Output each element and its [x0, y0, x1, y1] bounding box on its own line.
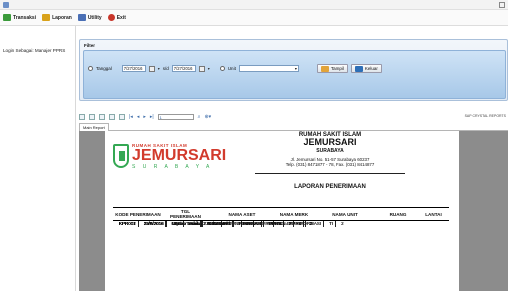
report-viewer: RUMAH SAKIT ISLAM JEMURSARI S U R A B A …: [79, 131, 508, 291]
hospital-telephone: Telp. (031) 8471877 - 78, Fax. (031) 841…: [285, 162, 375, 167]
logo-bottom-text: S U R A B A Y A: [132, 163, 213, 170]
keluar-label: Keluar: [364, 66, 378, 71]
report-title: LAPORAN PENERIMAAN: [294, 184, 366, 190]
toggle-tree-icon[interactable]: [109, 114, 115, 120]
header-divider: [255, 173, 405, 174]
first-page-icon[interactable]: |◂: [129, 114, 133, 120]
app-icon: [3, 2, 9, 8]
page-field[interactable]: 1: [157, 114, 194, 120]
column-header: NAMA ASET: [208, 207, 276, 221]
table-header-row: KODE PENERIMAAN TGL PENERIMAAN NAMA ASET…: [113, 207, 449, 221]
menu-laporan[interactable]: Laporan: [42, 14, 72, 21]
zoom-icon[interactable]: ⊕▾: [204, 114, 211, 120]
laporan-icon: [42, 14, 51, 21]
refresh-icon[interactable]: [99, 114, 105, 120]
exit-door-icon: [354, 65, 363, 72]
unit-label: Unit: [227, 66, 236, 71]
filter-panel: Tanggal 7/27/2016 ▾ s/d 7/27/2016 ▾ Unit…: [83, 50, 506, 99]
tanggal-radio[interactable]: [88, 66, 93, 71]
main-content: Filter Tanggal 7/27/2016 ▾ s/d 7/27/2016…: [77, 26, 508, 291]
chevron-down-icon[interactable]: ▾: [158, 66, 160, 71]
table-cell: 2: [311, 221, 314, 226]
window-titlebar: [0, 0, 508, 10]
table-cell: TI: [327, 220, 337, 227]
table-cell: 2: [341, 221, 344, 226]
utility-icon: [77, 14, 86, 21]
login-status: Login Sebagai: Manajer PPRS: [3, 48, 66, 53]
tanggal-label: Tanggal: [96, 66, 112, 71]
menu-label: Exit: [116, 14, 126, 21]
last-page-icon[interactable]: ▸|: [150, 114, 154, 120]
view-icon: [320, 65, 329, 72]
table-cell: KPR002: [117, 220, 139, 227]
report-toolbar: |◂ ◂ ▸ ▸| 1 ⌕ ⊕▾ SAP CRYSTAL REPORTS: [79, 112, 508, 122]
table-cell: TI: [297, 220, 306, 227]
menu-label: Laporan: [52, 14, 72, 21]
tab-main-report[interactable]: Main Report: [79, 123, 109, 131]
tampil-label: Tampil: [330, 66, 344, 71]
hospital-header: RUMAH SAKIT ISLAM JEMURSARI SURABAYA Jl.…: [265, 132, 395, 167]
calendar-icon[interactable]: [198, 65, 205, 72]
column-header: TGL PENERIMAAN: [163, 207, 208, 221]
chevron-down-icon: ▾: [294, 66, 297, 71]
column-header: NAMA UNIT: [312, 207, 378, 221]
maximize-button[interactable]: [499, 2, 505, 8]
menu-label: Utility: [87, 14, 102, 21]
menu-transaksi[interactable]: Transaksi: [3, 14, 36, 21]
prev-page-icon[interactable]: ◂: [137, 114, 140, 120]
filter-group: Filter Tanggal 7/27/2016 ▾ s/d 7/27/2016…: [79, 39, 508, 101]
export-icon[interactable]: [79, 114, 85, 120]
column-header: NAMA MERK: [276, 207, 312, 221]
tampil-button[interactable]: Tampil: [316, 64, 348, 73]
find-icon[interactable]: ⌕: [198, 114, 201, 120]
hospital-shield-icon: [113, 144, 129, 168]
exit-icon: [107, 14, 115, 21]
date-from-field[interactable]: 7/27/2016: [121, 65, 146, 72]
table-row: KPR002 11/7/2016 Monitor 14 inc SAMSUNG TEKN…: [117, 220, 316, 227]
menu-label: Transaksi: [13, 14, 37, 21]
transaksi-icon: [3, 14, 11, 21]
menu-bar: Transaksi Laporan Utility Exit: [0, 10, 508, 26]
next-page-icon[interactable]: ▸: [143, 114, 146, 120]
print-icon[interactable]: [89, 114, 95, 120]
column-header: RUANG: [378, 207, 418, 221]
hospital-logo: RUMAH SAKIT ISLAM JEMURSARI S U R A B A …: [113, 139, 231, 173]
table-cell: Monitor 14 inc: [169, 220, 203, 227]
date-to-field[interactable]: 7/27/2016: [171, 65, 196, 72]
hospital-line3: SURABAYA: [316, 148, 344, 154]
report-table: KODE PENERIMAAN TGL PENERIMAAN NAMA ASET…: [113, 207, 449, 227]
table-cell: TEKNOLOGI INFORMASI: [236, 220, 294, 227]
date-separator: s/d: [162, 66, 169, 71]
left-panel: Login Sebagai: Manajer PPRS: [0, 26, 76, 291]
unit-select[interactable]: ▾: [238, 65, 299, 72]
report-tabs: Main Report: [79, 123, 508, 131]
table-cell: 11/7/2016: [142, 220, 167, 227]
keluar-button[interactable]: Keluar: [350, 64, 382, 73]
column-header: LANTAI: [418, 207, 449, 221]
menu-utility[interactable]: Utility: [77, 14, 102, 21]
hospital-line2: JEMURSARI: [303, 137, 357, 147]
crystal-brand: SAP CRYSTAL REPORTS: [464, 114, 506, 118]
report-page: RUMAH SAKIT ISLAM JEMURSARI S U R A B A …: [105, 131, 459, 291]
group-tree-icon[interactable]: [119, 114, 125, 120]
column-header: KODE PENERIMAAN: [113, 207, 163, 221]
chevron-down-icon[interactable]: ▾: [208, 66, 210, 71]
logo-main-text: JEMURSARI: [132, 146, 227, 164]
calendar-icon[interactable]: [148, 65, 155, 72]
menu-exit[interactable]: Exit: [107, 14, 126, 21]
filter-row: Tanggal 7/27/2016 ▾ s/d 7/27/2016 ▾ Unit…: [88, 64, 382, 73]
table-cell: SAMSUNG: [206, 220, 234, 227]
unit-radio[interactable]: [219, 66, 225, 71]
filter-label: Filter: [84, 43, 96, 48]
